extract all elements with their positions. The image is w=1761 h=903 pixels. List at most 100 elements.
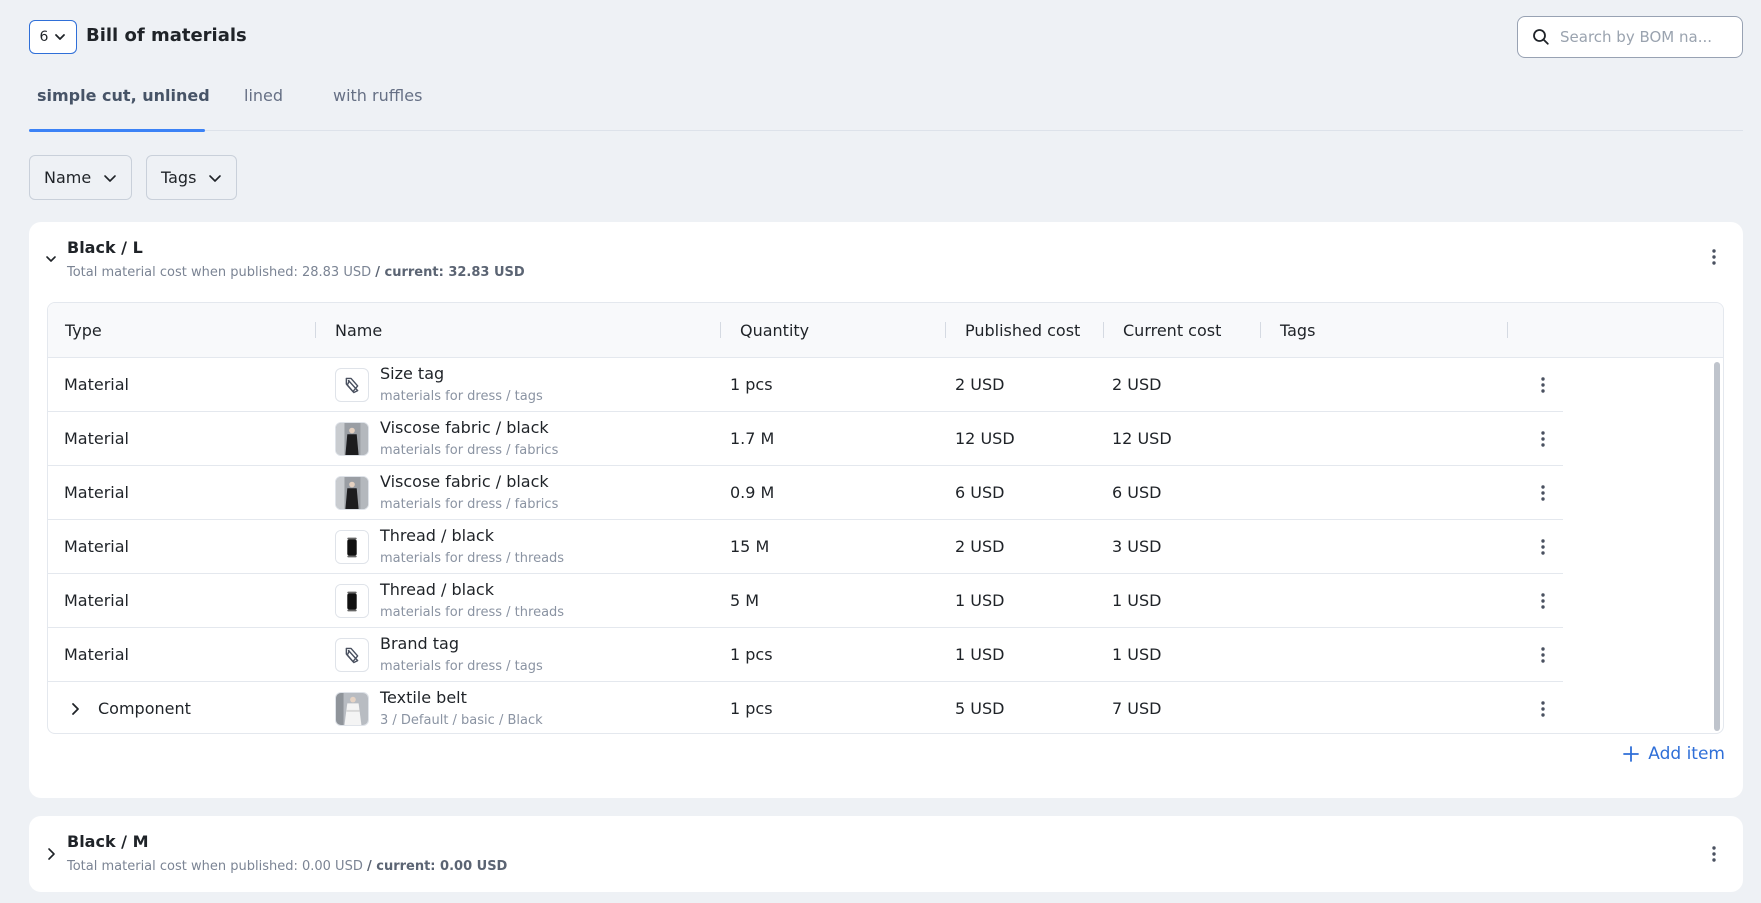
row-current-cost: 6 USD [1112,483,1162,502]
table-row[interactable]: Material Size tag materials for dress / … [48,358,1563,412]
count-select-value: 6 [39,29,49,45]
current-cost-text: / current: 32.83 USD [375,265,525,280]
top-bar: 6 Bill of materials [29,16,1743,62]
row-published-cost: 1 USD [955,645,1005,664]
column-header-name[interactable]: Name [335,321,382,340]
search-box[interactable] [1517,16,1743,58]
tab-lined[interactable]: lined [244,86,283,105]
name-filter-label: Name [44,168,92,187]
group-title: Black / L [67,238,143,257]
published-cost-text: Total material cost when published: 28.8… [67,265,372,280]
more-vertical-icon [1541,701,1545,717]
column-header-quantity[interactable]: Quantity [740,321,809,340]
table-row[interactable]: Material Viscose fabric / black material… [48,466,1563,520]
row-current-cost: 3 USD [1112,537,1162,556]
row-name[interactable]: Brand tag [380,634,459,653]
group-more-options-button[interactable] [1704,245,1724,269]
row-published-cost: 2 USD [955,537,1005,556]
row-current-cost: 12 USD [1112,429,1172,448]
fabric-photo [335,476,369,510]
group-more-options-button[interactable] [1704,842,1724,866]
row-more-options-button[interactable] [1533,481,1553,505]
row-quantity: 1 pcs [730,699,773,718]
chevron-down-icon [55,34,66,40]
row-name[interactable]: Viscose fabric / black [380,418,549,437]
column-header-tags[interactable]: Tags [1280,321,1315,340]
row-type: Material [64,591,129,610]
chevron-down-icon [209,174,222,182]
column-resize-handle[interactable] [315,322,316,338]
row-type: Material [64,483,129,502]
more-vertical-icon [1541,593,1545,609]
more-vertical-icon [1712,846,1716,862]
bom-tabs: simple cut, unlined lined with ruffles [29,76,1743,132]
column-header-current-cost[interactable]: Current cost [1123,321,1221,340]
row-name[interactable]: Size tag [380,364,444,383]
search-input[interactable] [1560,28,1730,46]
name-filter-dropdown[interactable]: Name [29,155,133,200]
row-more-options-button[interactable] [1533,589,1553,613]
more-vertical-icon [1541,377,1545,393]
table-row[interactable]: Material Thread / black materials for dr… [48,520,1563,574]
row-published-cost: 6 USD [955,483,1005,502]
bom-group-black-m: Black / M Total material cost when publi… [29,816,1743,892]
row-type: Material [64,375,129,394]
bom-items-table: Type Name Quantity Published cost Curren… [47,302,1724,734]
expand-group-button[interactable] [43,846,59,862]
add-item-button[interactable]: Add item [1622,744,1725,764]
column-resize-handle[interactable] [720,322,721,338]
count-select[interactable]: 6 [29,20,77,54]
row-path: materials for dress / tags [380,659,543,674]
row-more-options-button[interactable] [1533,697,1553,721]
row-current-cost: 1 USD [1112,645,1162,664]
row-more-options-button[interactable] [1533,535,1553,559]
table-scrollbar[interactable] [1714,362,1720,731]
table-row[interactable]: Material Thread / black materials for dr… [48,574,1563,628]
more-vertical-icon [1712,249,1716,265]
column-resize-handle[interactable] [1507,322,1508,338]
row-path: materials for dress / fabrics [380,443,559,458]
tab-simple-cut-unlined[interactable]: simple cut, unlined [37,86,210,105]
row-path: 3 / Default / basic / Black [380,713,543,728]
table-row[interactable]: Material Viscose fabric / black material… [48,412,1563,466]
row-current-cost: 7 USD [1112,699,1162,718]
column-header-type[interactable]: Type [65,321,102,340]
row-quantity: 5 M [730,591,760,610]
row-published-cost: 5 USD [955,699,1005,718]
row-more-options-button[interactable] [1533,427,1553,451]
expand-component-button[interactable] [68,701,82,715]
tab-with-ruffles[interactable]: with ruffles [333,86,422,105]
belt-photo [335,692,369,726]
fabric-photo [335,422,369,456]
more-vertical-icon [1541,485,1545,501]
row-name[interactable]: Textile belt [380,688,467,707]
row-name[interactable]: Thread / black [380,526,494,545]
row-name[interactable]: Viscose fabric / black [380,472,549,491]
row-type: Component [98,699,191,718]
row-path: materials for dress / threads [380,605,565,620]
more-vertical-icon [1541,431,1545,447]
tags-filter-dropdown[interactable]: Tags [146,155,238,200]
column-resize-handle[interactable] [945,322,946,338]
search-icon [1533,29,1549,45]
row-more-options-button[interactable] [1533,643,1553,667]
chevron-right-icon [48,848,55,860]
row-path: materials for dress / threads [380,551,565,566]
row-quantity: 1 pcs [730,645,773,664]
row-type: Material [64,537,129,556]
row-more-options-button[interactable] [1533,373,1553,397]
column-header-published-cost[interactable]: Published cost [965,321,1080,340]
column-resize-handle[interactable] [1260,322,1261,338]
collapse-group-button[interactable] [43,251,59,267]
table-header: Type Name Quantity Published cost Curren… [48,303,1723,358]
row-path: materials for dress / tags [380,389,543,404]
table-row[interactable]: Component Textile belt 3 / Default / bas… [48,682,1563,733]
row-published-cost: 12 USD [955,429,1015,448]
column-resize-handle[interactable] [1103,322,1104,338]
tags-filter-label: Tags [161,168,197,187]
row-published-cost: 2 USD [955,375,1005,394]
plus-icon [1623,746,1640,762]
row-name[interactable]: Thread / black [380,580,494,599]
page-title: Bill of materials [86,25,247,46]
table-row[interactable]: Material Brand tag materials for dress /… [48,628,1563,682]
